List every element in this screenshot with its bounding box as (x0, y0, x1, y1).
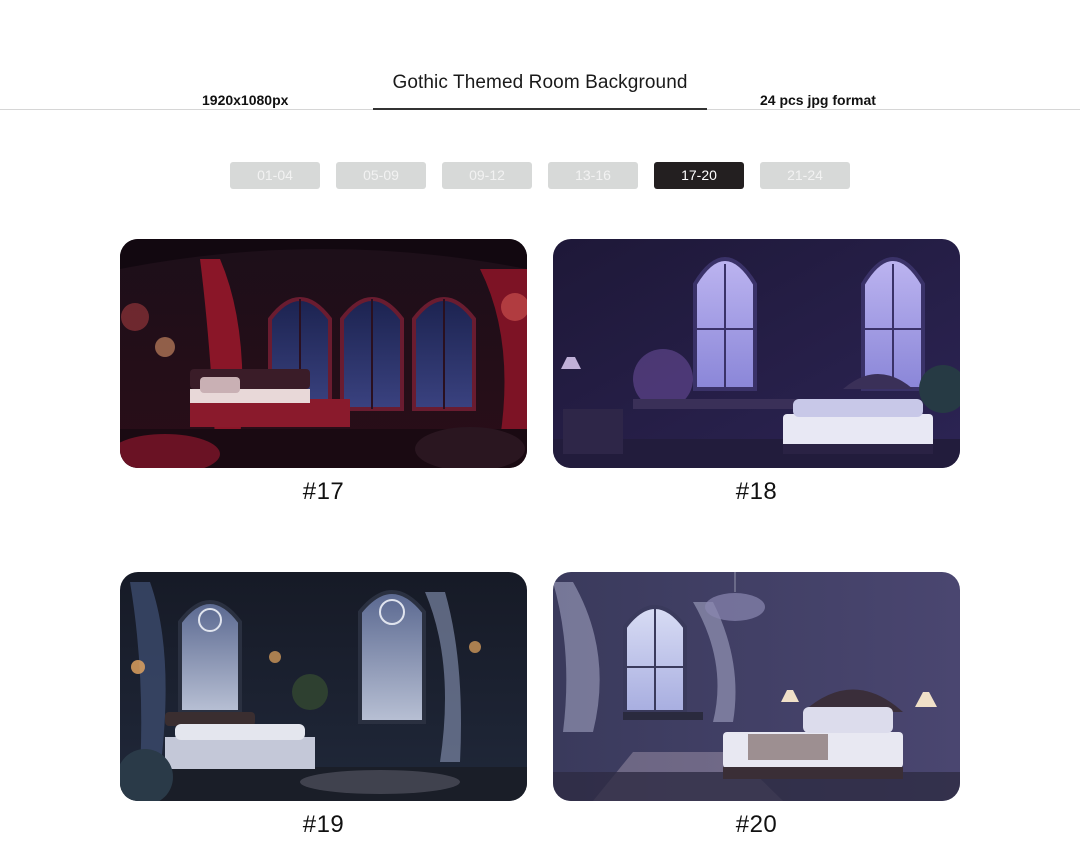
tab-17-20[interactable]: 17-20 (654, 162, 744, 189)
title-underline (373, 108, 707, 110)
gallery-item-18: #18 (553, 239, 960, 506)
page-tabs: 01-04 05-09 09-12 13-16 17-20 21-24 (230, 162, 850, 189)
item-label-17: #17 (302, 478, 345, 505)
gallery-item-20: #20 (553, 572, 960, 839)
tab-01-04[interactable]: 01-04 (230, 162, 320, 189)
format-label: 24 pcs jpg format (760, 92, 876, 108)
tab-13-16[interactable]: 13-16 (548, 162, 638, 189)
page-title: Gothic Themed Room Background (392, 72, 688, 93)
resolution-label: 1920x1080px (202, 92, 289, 108)
tab-09-12[interactable]: 09-12 (442, 162, 532, 189)
tab-21-24[interactable]: 21-24 (760, 162, 850, 189)
item-label-18: #18 (735, 478, 778, 505)
gallery-item-19: #19 (120, 572, 527, 839)
room-image-17[interactable] (120, 239, 527, 468)
tab-05-09[interactable]: 05-09 (336, 162, 426, 189)
item-label-19: #19 (302, 811, 345, 838)
gallery-item-17: #17 (120, 239, 527, 506)
room-image-20[interactable] (553, 572, 960, 801)
room-image-19[interactable] (120, 572, 527, 801)
room-image-18[interactable] (553, 239, 960, 468)
item-label-20: #20 (735, 811, 778, 838)
